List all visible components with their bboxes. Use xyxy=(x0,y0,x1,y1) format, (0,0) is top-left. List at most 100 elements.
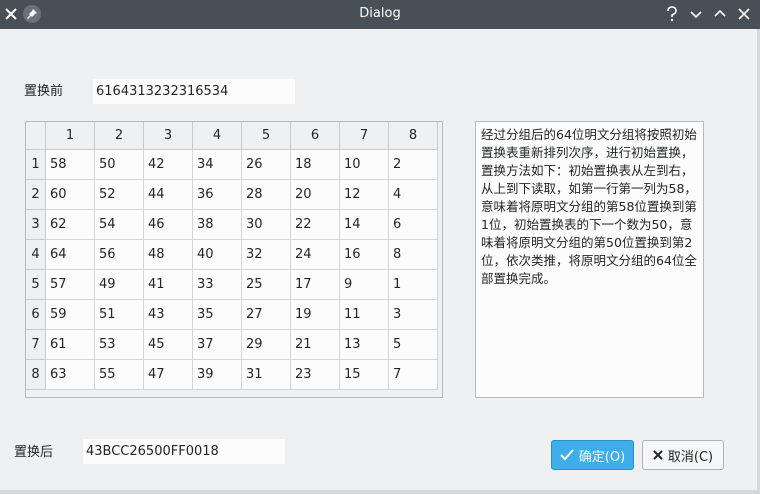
table-cell[interactable]: 23 xyxy=(291,360,340,390)
minimize-icon[interactable] xyxy=(685,3,707,25)
table-cell[interactable]: 28 xyxy=(242,180,291,210)
table-cell[interactable]: 49 xyxy=(95,270,144,300)
table-cell[interactable]: 19 xyxy=(291,300,340,330)
table-cell[interactable]: 36 xyxy=(193,180,242,210)
table-cell[interactable]: 46 xyxy=(144,210,193,240)
maximize-icon[interactable] xyxy=(709,3,731,25)
table-cell[interactable]: 14 xyxy=(340,210,389,240)
row-header[interactable]: 3 xyxy=(26,210,46,240)
cancel-button[interactable]: 取消(C) xyxy=(642,440,724,470)
table-cell[interactable]: 55 xyxy=(95,360,144,390)
row-header[interactable]: 8 xyxy=(26,360,46,390)
table-cell[interactable]: 52 xyxy=(95,180,144,210)
table-cell[interactable]: 15 xyxy=(340,360,389,390)
table-cell[interactable]: 3 xyxy=(389,300,438,330)
help-icon[interactable] xyxy=(661,3,683,25)
table-cell[interactable]: 50 xyxy=(95,150,144,180)
after-input[interactable]: 43BCC26500FF0018 xyxy=(83,439,285,464)
table-scroll-area xyxy=(438,122,442,397)
table-cell[interactable]: 62 xyxy=(46,210,95,240)
table-cell[interactable]: 13 xyxy=(340,330,389,360)
window-border-bottom xyxy=(0,490,760,494)
table-cell[interactable]: 57 xyxy=(46,270,95,300)
column-header[interactable]: 1 xyxy=(46,122,95,150)
table-cell[interactable]: 4 xyxy=(389,180,438,210)
table-cell[interactable]: 6 xyxy=(389,210,438,240)
table-cell[interactable]: 10 xyxy=(340,150,389,180)
table-cell[interactable]: 60 xyxy=(46,180,95,210)
window-title: Dialog xyxy=(359,6,401,21)
column-header[interactable]: 5 xyxy=(242,122,291,150)
table-cell[interactable]: 8 xyxy=(389,240,438,270)
row-header[interactable]: 6 xyxy=(26,300,46,330)
row-header[interactable]: 7 xyxy=(26,330,46,360)
table-cell[interactable]: 20 xyxy=(291,180,340,210)
x-icon xyxy=(653,450,663,460)
permutation-table: 12345678 1 58 50 42 34 26 18 10 2 2 60 52 44 36 28 20 12… xyxy=(25,121,443,398)
ok-button[interactable]: 确定(O) xyxy=(551,440,634,470)
row-header[interactable]: 2 xyxy=(26,180,46,210)
before-input[interactable]: 6164313232316534 xyxy=(93,79,295,104)
column-header[interactable]: 7 xyxy=(340,122,389,150)
table-cell[interactable]: 42 xyxy=(144,150,193,180)
table-cell[interactable]: 53 xyxy=(95,330,144,360)
after-label: 置换后 xyxy=(14,445,54,460)
column-header[interactable]: 6 xyxy=(291,122,340,150)
table-cell[interactable]: 56 xyxy=(95,240,144,270)
table-cell[interactable]: 35 xyxy=(193,300,242,330)
column-header[interactable]: 8 xyxy=(389,122,438,150)
table-cell[interactable]: 48 xyxy=(144,240,193,270)
table-cell[interactable]: 26 xyxy=(242,150,291,180)
table-cell[interactable]: 1 xyxy=(389,270,438,300)
table-cell[interactable]: 2 xyxy=(389,150,438,180)
table-cell[interactable]: 38 xyxy=(193,210,242,240)
column-header[interactable]: 3 xyxy=(144,122,193,150)
table-cell[interactable]: 58 xyxy=(46,150,95,180)
table-cell[interactable]: 39 xyxy=(193,360,242,390)
table-cell[interactable]: 11 xyxy=(340,300,389,330)
table-cell[interactable]: 43 xyxy=(144,300,193,330)
row-header[interactable]: 5 xyxy=(26,270,46,300)
table-cell[interactable]: 41 xyxy=(144,270,193,300)
table-cell[interactable]: 17 xyxy=(291,270,340,300)
table-cell[interactable]: 34 xyxy=(193,150,242,180)
table-bottom-area xyxy=(26,390,442,397)
table-cell[interactable]: 18 xyxy=(291,150,340,180)
table-cell[interactable]: 21 xyxy=(291,330,340,360)
table-cell[interactable]: 44 xyxy=(144,180,193,210)
table-corner[interactable] xyxy=(26,122,46,150)
table-cell[interactable]: 31 xyxy=(242,360,291,390)
table-cell[interactable]: 64 xyxy=(46,240,95,270)
ok-button-label: 确定(O) xyxy=(578,449,626,465)
table-cell[interactable]: 24 xyxy=(291,240,340,270)
table-cell[interactable]: 33 xyxy=(193,270,242,300)
table-cell[interactable]: 16 xyxy=(340,240,389,270)
table-cell[interactable]: 9 xyxy=(340,270,389,300)
table-cell[interactable]: 27 xyxy=(242,300,291,330)
table-cell[interactable]: 37 xyxy=(193,330,242,360)
table-cell[interactable]: 40 xyxy=(193,240,242,270)
table-cell[interactable]: 47 xyxy=(144,360,193,390)
table-cell[interactable]: 25 xyxy=(242,270,291,300)
table-cell[interactable]: 5 xyxy=(389,330,438,360)
table-cell[interactable]: 12 xyxy=(340,180,389,210)
table-cell[interactable]: 32 xyxy=(242,240,291,270)
table-cell[interactable]: 51 xyxy=(95,300,144,330)
table-cell[interactable]: 30 xyxy=(242,210,291,240)
table-cell[interactable]: 45 xyxy=(144,330,193,360)
column-header[interactable]: 2 xyxy=(95,122,144,150)
check-icon xyxy=(560,449,574,461)
table-cell[interactable]: 22 xyxy=(291,210,340,240)
description-text[interactable]: 经过分组后的64位明文分组将按照初始置换表重新排列次序，进行初始置换，置换方法如… xyxy=(475,121,704,398)
table-cell[interactable]: 7 xyxy=(389,360,438,390)
title-bar: Dialog xyxy=(0,0,760,29)
column-header[interactable]: 4 xyxy=(193,122,242,150)
row-header[interactable]: 4 xyxy=(26,240,46,270)
table-cell[interactable]: 54 xyxy=(95,210,144,240)
table-cell[interactable]: 59 xyxy=(46,300,95,330)
table-cell[interactable]: 63 xyxy=(46,360,95,390)
close-window-icon[interactable] xyxy=(733,3,755,25)
table-cell[interactable]: 29 xyxy=(242,330,291,360)
table-cell[interactable]: 61 xyxy=(46,330,95,360)
row-header[interactable]: 1 xyxy=(26,150,46,180)
